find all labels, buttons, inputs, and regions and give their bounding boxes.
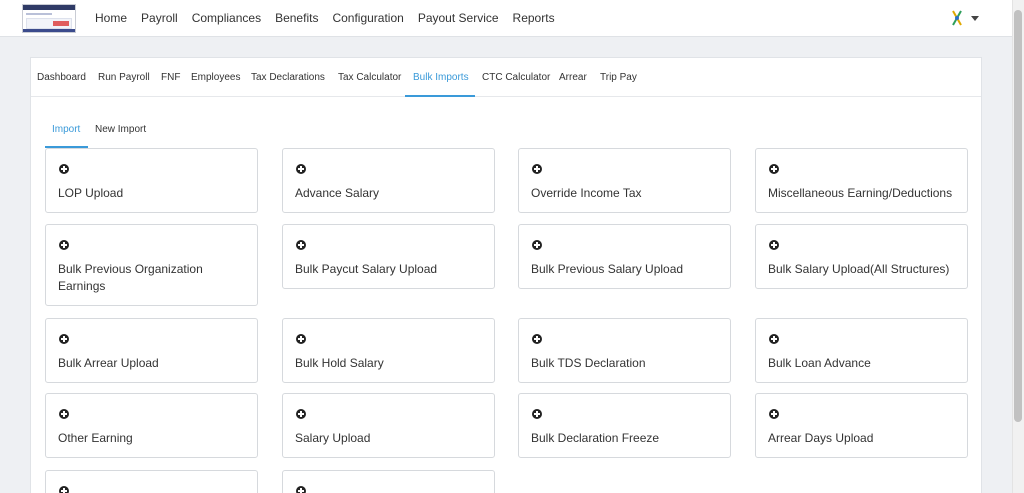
import-card-lop-upload[interactable]: LOP Upload [45, 148, 258, 213]
add-circle-icon [59, 334, 69, 344]
import-card-label: Miscellaneous Earning/Deductions [768, 186, 953, 200]
add-circle-icon [296, 240, 306, 250]
import-card-bulk-salary-upload-all-structures[interactable]: Bulk Salary Upload(All Structures) [755, 224, 968, 289]
import-card-label: Bulk Paycut Salary Upload [295, 262, 438, 276]
tab-bulk-imports[interactable]: Bulk Imports [413, 72, 469, 83]
import-card-bulk-loan-advance[interactable]: Bulk Loan Advance [755, 318, 968, 383]
tab-run-payroll[interactable]: Run Payroll [98, 72, 150, 83]
logo-line [26, 13, 52, 15]
tab-tax-calculator[interactable]: Tax Calculator [338, 72, 401, 83]
top-navbar: Home Payroll Compliances Benefits Config… [0, 0, 1012, 37]
import-card-arrear-days-upload[interactable]: Arrear Days Upload [755, 393, 968, 458]
add-circle-icon [532, 164, 542, 174]
add-circle-icon [532, 409, 542, 419]
tab-ctc-calculator[interactable]: CTC Calculator [482, 72, 550, 83]
chevron-down-icon [971, 16, 979, 21]
add-circle-icon [532, 334, 542, 344]
add-circle-icon [59, 164, 69, 174]
import-card-label: Arrear Days Upload [768, 431, 874, 445]
import-card-label: Bulk Declaration Freeze [531, 431, 660, 445]
import-card-bulk-arrear-upload[interactable]: Bulk Arrear Upload [45, 318, 258, 383]
import-card-label: Bulk Salary Upload(All Structures) [768, 262, 950, 276]
import-card-label: Other Earning [58, 431, 133, 445]
import-card-bulk-paycut-salary-upload[interactable]: Bulk Paycut Salary Upload [282, 224, 495, 289]
nav-item-payout-service[interactable]: Payout Service [418, 11, 499, 25]
tab-arrear[interactable]: Arrear [559, 72, 587, 83]
import-card-bulk-declaration-freeze[interactable]: Bulk Declaration Freeze [518, 393, 731, 458]
add-circle-icon [59, 486, 69, 493]
add-circle-icon [532, 240, 542, 250]
nav-item-compliances[interactable]: Compliances [192, 11, 261, 25]
tab-trip-pay[interactable]: Trip Pay [600, 72, 637, 83]
tab-employees[interactable]: Employees [191, 72, 240, 83]
add-circle-icon [59, 409, 69, 419]
import-card-label: Override Income Tax [531, 186, 642, 200]
main-panel: Dashboard Run Payroll FNF Employees Tax … [30, 57, 982, 493]
user-avatar-icon [952, 10, 962, 26]
tab-new-import[interactable]: New Import [95, 124, 146, 135]
add-circle-icon [769, 164, 779, 174]
logo-accent [53, 21, 69, 26]
user-menu[interactable] [952, 10, 980, 28]
add-circle-icon [296, 164, 306, 174]
add-circle-icon [296, 409, 306, 419]
nav-item-configuration[interactable]: Configuration [332, 11, 403, 25]
import-card-label: Bulk Previous Organization Earnings [58, 262, 203, 293]
import-card-bulk-previous-organization-earnings[interactable]: Bulk Previous Organization Earnings [45, 224, 258, 306]
import-card-label: Bulk Previous Salary Upload [531, 262, 684, 276]
add-circle-icon [296, 334, 306, 344]
add-circle-icon [769, 334, 779, 344]
import-card-advance-salary[interactable]: Advance Salary [282, 148, 495, 213]
import-card-label: Bulk TDS Declaration [531, 356, 646, 370]
import-card-bulk-hold-salary[interactable]: Bulk Hold Salary [282, 318, 495, 383]
import-card-label: LOP Upload [58, 186, 124, 200]
import-card-other-earning[interactable]: Other Earning [45, 393, 258, 458]
add-circle-icon [769, 240, 779, 250]
nav-item-benefits[interactable]: Benefits [275, 11, 318, 25]
nav-item-home[interactable]: Home [95, 11, 127, 25]
add-circle-icon [59, 240, 69, 250]
payroll-subnav: Dashboard Run Payroll FNF Employees Tax … [31, 58, 981, 97]
nav-item-payroll[interactable]: Payroll [141, 11, 178, 25]
tab-tax-declarations[interactable]: Tax Declarations [251, 72, 325, 83]
import-card-label: Salary Upload [295, 431, 371, 445]
main-nav: Home Payroll Compliances Benefits Config… [95, 11, 569, 25]
add-circle-icon [769, 409, 779, 419]
logo-bar [23, 5, 75, 10]
company-logo[interactable] [22, 4, 76, 33]
add-circle-icon [296, 486, 306, 493]
import-card-partial[interactable] [45, 470, 258, 493]
tab-import[interactable]: Import [52, 124, 80, 135]
import-card-bulk-tds-declaration[interactable]: Bulk TDS Declaration [518, 318, 731, 383]
import-card-label: Bulk Loan Advance [768, 356, 871, 370]
tab-fnf[interactable]: FNF [161, 72, 180, 83]
logo-footer [23, 29, 75, 32]
import-card-label: Advance Salary [295, 186, 380, 200]
import-card-salary-upload[interactable]: Salary Upload [282, 393, 495, 458]
import-card-label: Bulk Arrear Upload [58, 356, 159, 370]
scrollbar-thumb[interactable] [1014, 10, 1022, 422]
import-card-label: Bulk Hold Salary [295, 356, 384, 370]
tab-dashboard[interactable]: Dashboard [37, 72, 86, 83]
import-card-miscellaneous-earning-deductions[interactable]: Miscellaneous Earning/Deductions [755, 148, 968, 213]
import-card-partial[interactable] [282, 470, 495, 493]
active-tab-indicator [405, 95, 475, 97]
import-card-override-income-tax[interactable]: Override Income Tax [518, 148, 731, 213]
nav-item-reports[interactable]: Reports [513, 11, 555, 25]
import-card-bulk-previous-salary-upload[interactable]: Bulk Previous Salary Upload [518, 224, 731, 289]
